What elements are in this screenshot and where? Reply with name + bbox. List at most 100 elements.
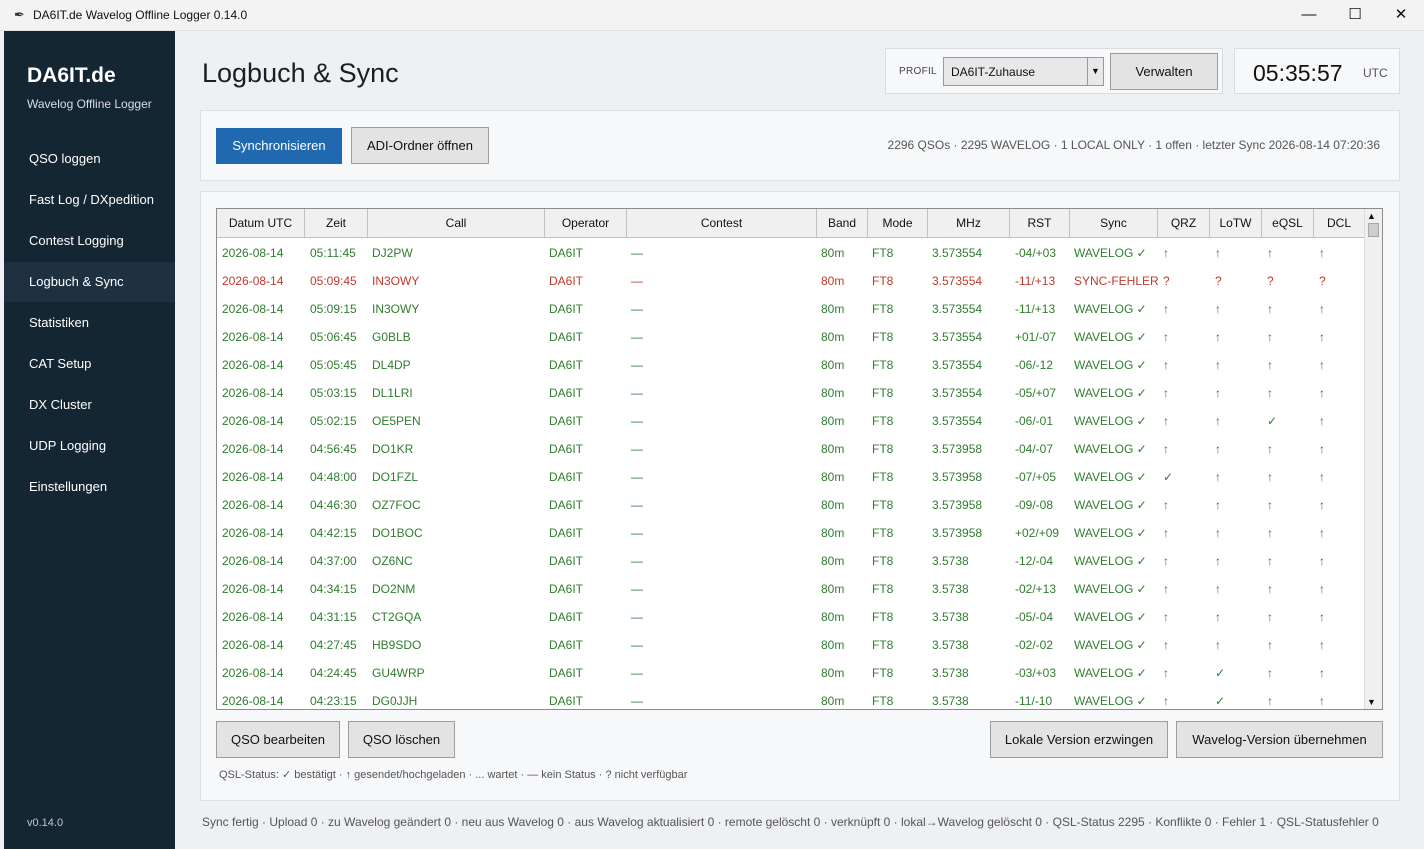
maximize-button[interactable]: ☐ bbox=[1332, 0, 1378, 30]
cell-qrz: ? bbox=[1163, 274, 1170, 288]
cell-zeit: 05:06:45 bbox=[310, 330, 357, 344]
cell-lotw: ↑ bbox=[1215, 386, 1221, 400]
table-row[interactable]: 2026-08-14 04:31:15 CT2GQA DA6IT — 80m FT8 3.57… bbox=[217, 603, 1365, 631]
cell-operator: DA6IT bbox=[549, 358, 584, 372]
cell-qrz: ↑ bbox=[1163, 666, 1169, 680]
table-row[interactable]: 2026-08-14 04:42:15 DO1BOC DA6IT — 80m FT8 3.57… bbox=[217, 519, 1365, 547]
sidebar-item-contest-logging[interactable]: Contest Logging bbox=[4, 221, 175, 261]
cell-operator: DA6IT bbox=[549, 694, 584, 708]
scroll-down-icon[interactable]: ▼ bbox=[1367, 697, 1376, 707]
cell-contest: — bbox=[631, 638, 643, 652]
cell-band: 80m bbox=[821, 554, 845, 568]
cell-dcl: ↑ bbox=[1319, 414, 1325, 428]
edit-qso-button[interactable]: QSO bearbeiten bbox=[216, 721, 340, 758]
sidebar-item-einstellungen[interactable]: Einstellungen bbox=[4, 467, 175, 507]
table-row[interactable]: 2026-08-14 04:46:30 OZ7FOC DA6IT — 80m FT8 3.57… bbox=[217, 491, 1365, 519]
cell-mhz: 3.573554 bbox=[932, 274, 983, 288]
column-header-call[interactable]: Call bbox=[368, 209, 545, 238]
cell-qrz: ✓ bbox=[1163, 470, 1174, 484]
cell-rst: -11/-10 bbox=[1015, 694, 1053, 708]
cell-qrz: ↑ bbox=[1163, 246, 1169, 260]
sidebar-item-qso-loggen[interactable]: QSO loggen bbox=[4, 139, 175, 179]
sidebar-item-statistiken[interactable]: Statistiken bbox=[4, 303, 175, 343]
cell-rst: -11/+13 bbox=[1015, 274, 1056, 288]
cell-contest: — bbox=[631, 386, 643, 400]
cell-operator: DA6IT bbox=[549, 638, 584, 652]
force-local-version-button[interactable]: Lokale Version erzwingen bbox=[990, 721, 1168, 758]
table-row[interactable]: 2026-08-14 05:02:15 OE5PEN DA6IT — 80m FT8 3.57… bbox=[217, 407, 1365, 435]
chevron-down-icon[interactable]: ▼ bbox=[1087, 58, 1103, 85]
table-row[interactable]: 2026-08-14 05:11:45 DJ2PW DA6IT — 80m FT8 3.573… bbox=[217, 239, 1365, 267]
cell-eqsl: ↑ bbox=[1267, 638, 1273, 652]
cell-mode: FT8 bbox=[872, 498, 894, 512]
cell-call: DL1LRI bbox=[372, 386, 413, 400]
column-header-eqsl[interactable]: eQSL bbox=[1262, 209, 1314, 238]
synchronize-button[interactable]: Synchronisieren bbox=[216, 128, 342, 164]
cell-operator: DA6IT bbox=[549, 470, 584, 484]
minimize-button[interactable]: — bbox=[1286, 0, 1332, 30]
column-header-rst[interactable]: RST bbox=[1010, 209, 1070, 238]
cell-lotw: ? bbox=[1215, 274, 1222, 288]
table-row[interactable]: 2026-08-14 04:34:15 DO2NM DA6IT — 80m FT8 3.573… bbox=[217, 575, 1365, 603]
table-scrollbar[interactable]: ▲ ▼ bbox=[1364, 209, 1382, 709]
cell-eqsl: ↑ bbox=[1267, 694, 1273, 708]
column-header-dcl[interactable]: DCL bbox=[1314, 209, 1365, 238]
scroll-thumb[interactable] bbox=[1368, 223, 1379, 237]
column-header-band[interactable]: Band bbox=[817, 209, 868, 238]
clock-panel: 05:35:57 UTC bbox=[1234, 48, 1400, 94]
cell-mode: FT8 bbox=[872, 358, 894, 372]
cell-eqsl: ✓ bbox=[1267, 414, 1278, 428]
cell-lotw: ↑ bbox=[1215, 610, 1221, 624]
cell-datum: 2026-08-14 bbox=[222, 274, 284, 288]
cell-dcl: ↑ bbox=[1319, 302, 1325, 316]
column-header-sync[interactable]: Sync bbox=[1070, 209, 1158, 238]
manage-profile-button[interactable]: Verwalten bbox=[1110, 53, 1218, 90]
sidebar-item-cat-setup[interactable]: CAT Setup bbox=[4, 344, 175, 384]
column-header-zeit[interactable]: Zeit bbox=[305, 209, 368, 238]
table-row[interactable]: 2026-08-14 05:05:45 DL4DP DA6IT — 80m FT8 3.573… bbox=[217, 351, 1365, 379]
table-row[interactable]: 2026-08-14 04:23:15 DG0JJH DA6IT — 80m FT8 3.57… bbox=[217, 687, 1365, 709]
cell-band: 80m bbox=[821, 414, 845, 428]
sidebar-item-fast-log[interactable]: Fast Log / DXpedition bbox=[4, 180, 175, 220]
cell-call: DL4DP bbox=[372, 358, 411, 372]
table-row[interactable]: 2026-08-14 05:09:45 IN3OWY DA6IT — 80m FT8 3.57… bbox=[217, 267, 1365, 295]
cell-zeit: 05:03:15 bbox=[310, 386, 357, 400]
column-header-contest[interactable]: Contest bbox=[627, 209, 817, 238]
column-header-qrz[interactable]: QRZ bbox=[1158, 209, 1210, 238]
cell-mode: FT8 bbox=[872, 582, 894, 596]
sidebar-item-dx-cluster[interactable]: DX Cluster bbox=[4, 385, 175, 425]
cell-call: GU4WRP bbox=[372, 666, 425, 680]
table-row[interactable]: 2026-08-14 05:09:15 IN3OWY DA6IT — 80m FT8 3.57… bbox=[217, 295, 1365, 323]
qso-table: Datum UTC Zeit Call Operator Contest Band Mode… bbox=[216, 208, 1383, 710]
take-wavelog-version-button[interactable]: Wavelog-Version übernehmen bbox=[1176, 721, 1383, 758]
column-header-operator[interactable]: Operator bbox=[545, 209, 627, 238]
cell-eqsl: ↑ bbox=[1267, 470, 1273, 484]
table-row[interactable]: 2026-08-14 04:56:45 DO1KR DA6IT — 80m FT8 3.573… bbox=[217, 435, 1365, 463]
delete-qso-button[interactable]: QSO löschen bbox=[348, 721, 455, 758]
table-row[interactable]: 2026-08-14 04:24:45 GU4WRP DA6IT — 80m FT8 3.57… bbox=[217, 659, 1365, 687]
column-header-mhz[interactable]: MHz bbox=[928, 209, 1010, 238]
profile-select[interactable]: DA6IT-Zuhause ▼ bbox=[943, 57, 1104, 86]
page-title: Logbuch & Sync bbox=[202, 58, 399, 88]
sidebar-item-udp-logging[interactable]: UDP Logging bbox=[4, 426, 175, 466]
table-row[interactable]: 2026-08-14 05:03:15 DL1LRI DA6IT — 80m FT8 3.57… bbox=[217, 379, 1365, 407]
cell-datum: 2026-08-14 bbox=[222, 386, 284, 400]
close-button[interactable]: ✕ bbox=[1378, 0, 1424, 30]
cell-rst: -09/-08 bbox=[1015, 498, 1054, 512]
cell-mhz: 3.573554 bbox=[932, 386, 983, 400]
table-header: Datum UTC Zeit Call Operator Contest Band Mode… bbox=[217, 209, 1365, 239]
table-row[interactable]: 2026-08-14 04:27:45 HB9SDO DA6IT — 80m FT8 3.57… bbox=[217, 631, 1365, 659]
scroll-up-icon[interactable]: ▲ bbox=[1367, 211, 1376, 221]
table-row[interactable]: 2026-08-14 04:48:00 DO1FZL DA6IT — 80m FT8 3.57… bbox=[217, 463, 1365, 491]
column-header-mode[interactable]: Mode bbox=[868, 209, 928, 238]
cell-mode: FT8 bbox=[872, 386, 894, 400]
table-row[interactable]: 2026-08-14 05:06:45 G0BLB DA6IT — 80m FT8 3.573… bbox=[217, 323, 1365, 351]
cell-qrz: ↑ bbox=[1163, 610, 1169, 624]
table-row[interactable]: 2026-08-14 04:37:00 OZ6NC DA6IT — 80m FT8 3.573… bbox=[217, 547, 1365, 575]
cell-band: 80m bbox=[821, 498, 845, 512]
column-header-datum[interactable]: Datum UTC bbox=[217, 209, 305, 238]
open-adi-folder-button[interactable]: ADI-Ordner öffnen bbox=[351, 127, 489, 164]
column-header-lotw[interactable]: LoTW bbox=[1210, 209, 1262, 238]
sidebar-item-logbuch-sync[interactable]: Logbuch & Sync bbox=[4, 262, 175, 302]
cell-band: 80m bbox=[821, 302, 845, 316]
